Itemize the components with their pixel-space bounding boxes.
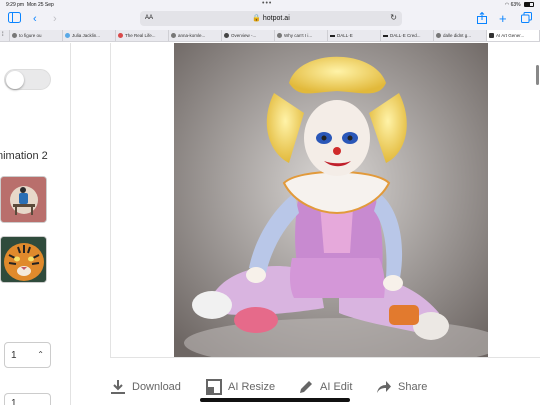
reload-icon[interactable]: ↻ [390,13,397,22]
favicon-icon [383,34,388,37]
favicon-icon [489,33,494,38]
tab-item[interactable]: DALL·E [328,30,381,41]
ai-edit-button[interactable]: AI Edit [298,379,352,395]
image-count-value: 1 [11,350,17,361]
settings-toggle[interactable] [4,69,51,90]
tab-strip: ⁞ to figure ou Julia Jacklin... The Real… [0,30,540,42]
tab-item[interactable]: to figure ou [10,30,63,41]
battery-icon [524,2,534,7]
ai-resize-button[interactable]: AI Resize [206,379,275,395]
favicon-icon [277,33,282,38]
tab-item[interactable]: ⁞ [0,30,10,41]
secondary-select-value: 1 [11,398,17,405]
back-arrow-icon[interactable]: ‹ [33,12,37,26]
new-tab-icon[interactable]: + [499,12,507,26]
favicon-icon [330,34,335,37]
battery-percent: 63% [510,2,521,8]
image-count-select[interactable]: 1 ⌃ [4,342,51,368]
status-time: 9:29 pm Mon 25 Sep [6,2,54,8]
toggle-knob [6,71,24,89]
share-button[interactable]: Share [376,379,427,395]
resize-icon [206,379,222,395]
ai-edit-label: AI Edit [320,381,353,393]
style-label: nimation 2 [0,150,48,162]
tab-item[interactable]: DALL·E Cred... [381,30,434,41]
tab-item[interactable]: dalle didnt g... [434,30,487,41]
pencil-icon [300,381,312,393]
updown-chevron-icon: ⌃ [37,350,44,359]
tab-item[interactable]: Why can't I i... [275,30,328,41]
ai-resize-label: AI Resize [228,381,276,393]
favicon-icon [65,33,70,38]
wifi-icon: ◠ [504,2,510,8]
favicon-icon [12,33,17,38]
secondary-select[interactable]: 1 [4,393,51,405]
scrollbar[interactable] [536,65,539,85]
tab-item-active[interactable]: AI Art Gener... [487,30,540,41]
download-label: Download [132,381,181,393]
home-indicator[interactable] [200,398,350,402]
settings-sidebar: nimation 2 1 ⌃ 1 [0,43,71,405]
tab-overview-icon[interactable] [521,12,532,27]
forward-arrow-icon[interactable]: › [53,12,57,26]
tab-item[interactable]: Julia Jacklin... [63,30,116,41]
style-thumbnail-desk[interactable] [0,176,47,223]
share-icon[interactable] [477,11,487,28]
page-content: nimation 2 1 ⌃ 1 Download AI Resize AI E… [0,43,540,405]
share-arrow-icon [377,381,391,393]
browser-toolbar: ‹ › AA 🔒 hotpot.ai ↻ + [0,9,540,30]
favicon-icon [118,33,123,38]
style-thumbnail-tiger[interactable] [0,236,47,283]
status-right: ◠ 63% [505,2,534,8]
download-icon [111,380,125,394]
tab-item[interactable]: The Real Life... [116,30,169,41]
generated-image[interactable] [174,43,488,357]
favicon-icon [224,33,229,38]
multitask-dots[interactable]: ••• [262,0,272,7]
status-bar: 9:29 pm Mon 25 Sep ••• ◠ 63% [0,0,540,9]
download-button[interactable]: Download [110,379,181,395]
image-actions-bar: Download AI Resize AI Edit Share [110,373,540,401]
favicon-icon [171,33,176,38]
share-label: Share [398,381,428,393]
address-bar[interactable]: AA 🔒 hotpot.ai ↻ [140,11,402,26]
tab-item[interactable]: Overview -... [222,30,275,41]
favicon-icon [436,33,441,38]
tab-overflow-icon: ⁞ [2,32,4,38]
sidebar-toggle-icon[interactable] [8,12,21,27]
tab-item[interactable]: anna-komle... [169,30,222,41]
address-host: 🔒 hotpot.ai [252,15,290,22]
